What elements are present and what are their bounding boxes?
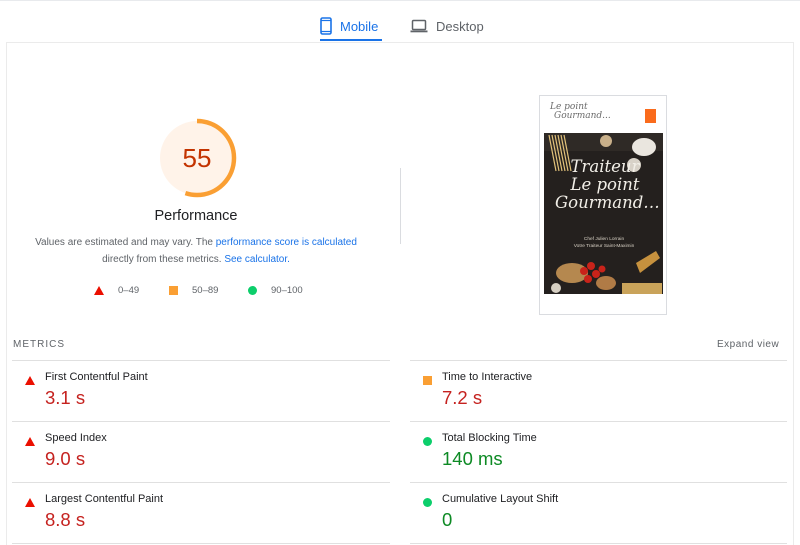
green-circle-icon (248, 285, 257, 295)
metric-value: 0 (442, 509, 453, 530)
metric-first-contentful-paint: First Contentful Paint 3.1 s (25, 371, 385, 431)
tab-desktop[interactable]: Desktop (410, 10, 484, 42)
metric-time-to-interactive: Time to Interactive 7.2 s (422, 371, 782, 431)
green-circle-icon (422, 436, 432, 446)
smartphone-icon (320, 17, 332, 35)
active-tab-indicator (320, 39, 382, 41)
metrics-divider (12, 360, 390, 361)
legend-good-label: 90–100 (271, 284, 303, 296)
green-circle-icon (422, 497, 432, 507)
performance-title: Performance (154, 208, 238, 224)
metric-label: Total Blocking Time (442, 432, 537, 444)
device-tabs: Mobile Desktop (0, 0, 800, 42)
legend-average-label: 50–89 (192, 284, 219, 296)
description-text-1: Values are estimated and may vary. The (35, 237, 216, 248)
site-logo: Le point Gourmand... (550, 102, 611, 121)
metric-label: Speed Index (45, 432, 107, 444)
red-triangle-icon (25, 436, 35, 446)
metric-value: 3.1 s (45, 387, 86, 408)
description-text-2: directly from these metrics. (102, 254, 225, 265)
see-calculator-link[interactable]: See calculator. (224, 254, 290, 265)
metric-largest-contentful-paint: Largest Contentful Paint 8.8 s (25, 493, 385, 545)
metric-value: 140 ms (442, 448, 503, 469)
metric-value: 8.8 s (45, 509, 86, 530)
tab-mobile-label: Mobile (340, 18, 379, 34)
red-triangle-icon (25, 497, 35, 507)
tab-desktop-label: Desktop (436, 18, 484, 34)
metric-total-blocking-time: Total Blocking Time 140 ms (422, 432, 782, 492)
tab-mobile[interactable]: Mobile (320, 10, 382, 42)
hero-title: Traiteur Le point Gourmand… (555, 157, 660, 212)
metric-value: 9.0 s (45, 448, 86, 469)
hero-subtitle: Chef Julien Lorrain Votre Traiteur Saint… (573, 237, 635, 249)
metric-label: Cumulative Layout Shift (442, 493, 559, 505)
red-triangle-icon (25, 375, 35, 385)
metric-label: Largest Contentful Paint (45, 493, 164, 505)
menu-badge-icon (645, 109, 656, 123)
top-divider (0, 0, 800, 1)
performance-score-link[interactable]: performance score is calculated (216, 237, 357, 248)
metric-speed-index: Speed Index 9.0 s (25, 432, 385, 492)
metrics-heading: METRICS (13, 339, 65, 350)
legend-poor-label: 0–49 (118, 284, 140, 296)
performance-description: Values are estimated and may vary. The p… (26, 234, 366, 268)
section-divider (400, 168, 401, 244)
metric-value: 7.2 s (442, 387, 483, 408)
expand-view-button[interactable]: Expand view (717, 339, 779, 350)
metric-cumulative-layout-shift: Cumulative Layout Shift 0 (422, 493, 782, 545)
performance-score: 55 (182, 142, 212, 173)
laptop-icon (410, 19, 428, 33)
orange-square-icon (169, 285, 178, 295)
metrics-divider (410, 360, 787, 361)
legend-average: 50–89 (169, 283, 218, 297)
metric-label: Time to Interactive (442, 371, 533, 383)
metric-label: First Contentful Paint (45, 371, 148, 383)
red-triangle-icon (94, 285, 104, 295)
orange-square-icon (422, 375, 432, 385)
legend-poor: 0–49 (94, 283, 139, 297)
legend-good: 90–100 (248, 283, 303, 297)
